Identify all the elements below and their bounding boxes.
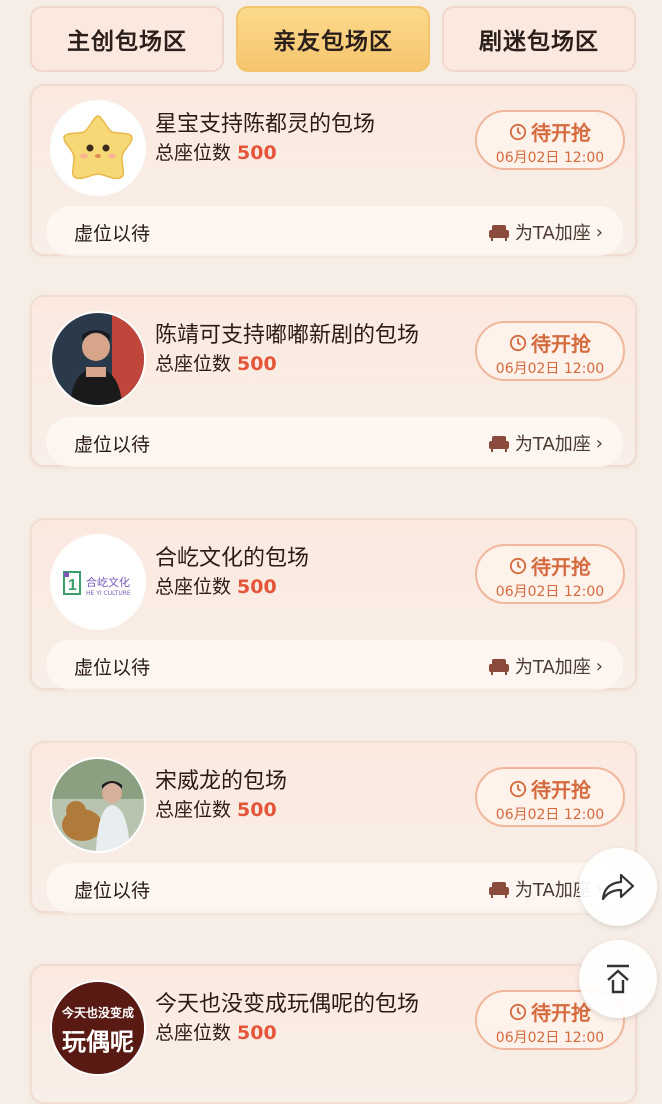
seat-count: 总座位数 500 [155,1018,277,1045]
seat-label: 总座位数 [155,576,232,598]
add-seat-label: 为TA加座 [514,657,591,678]
status-label: 待开抢 [531,332,591,356]
chevron-right-icon: › [595,221,603,243]
share-icon [601,873,635,901]
clock-icon [509,1003,527,1020]
avatar-text-main: 玩偶呢 [62,1028,134,1056]
avatar: 1 合屹文化 HE YI CULTURE [52,536,144,628]
open-time: 06月02日 12:00 [495,361,605,377]
back-to-top-icon [607,964,629,994]
open-time: 06月02日 12:00 [495,807,605,823]
status-label: 待开抢 [531,1001,591,1025]
avatar-text-top: 今天也没变成 [61,1006,134,1020]
venue-title: 今天也没变成玩偶呢的包场 [155,992,420,1017]
add-seat-link[interactable]: 为TA加座› [488,653,603,679]
seat-bar: 虚位以待 为TA加座› [46,863,623,913]
seat-count: 总座位数 500 [155,572,277,599]
venue-card[interactable]: 宋威龙的包场 总座位数 500 待开抢 06月02日 12:00 虚位以待 为TA… [30,741,637,913]
open-time: 06月02日 12:00 [495,584,605,600]
venue-card[interactable]: 今天也没变成 玩偶呢 今天也没变成玩偶呢的包场 总座位数 500 待开抢 06月0… [30,964,637,1104]
seat-count: 总座位数 500 [155,349,277,376]
sofa-icon [488,225,509,241]
add-seat-link[interactable]: 为TA加座› [488,219,603,245]
grab-status-button[interactable]: 待开抢 06月02日 12:00 [475,321,625,381]
add-seat-label: 为TA加座 [514,434,591,455]
avatar: 今天也没变成 玩偶呢 [52,982,144,1074]
seat-number: 500 [237,1022,277,1044]
venue-title: 陈靖可支持嘟嘟新剧的包场 [155,323,420,348]
status-label: 待开抢 [531,778,591,802]
grab-status-button[interactable]: 待开抢 06月02日 12:00 [475,767,625,827]
chevron-right-icon: › [595,655,603,677]
svg-text:1: 1 [68,577,77,594]
grab-status-button[interactable]: 待开抢 06月02日 12:00 [475,544,625,604]
add-seat-link[interactable]: 为TA加座› [488,430,603,456]
seat-bar: 虚位以待 为TA加座› [46,206,623,256]
tab-fans[interactable]: 剧迷包场区 [442,6,636,72]
clock-icon [509,334,527,351]
venue-title: 合屹文化的包场 [155,546,310,571]
venue-card[interactable]: 星宝支持陈都灵的包场 总座位数 500 待开抢 06月02日 12:00 虚位以待… [30,84,637,256]
open-time: 06月02日 12:00 [495,150,605,166]
open-time: 06月02日 12:00 [495,1030,605,1046]
avatar [52,102,144,194]
seat-number: 500 [237,142,277,164]
seat-label: 总座位数 [155,1022,232,1044]
seat-bar: 虚位以待 为TA加座› [46,640,623,690]
star-mascot-avatar [52,102,144,194]
person-dog-photo-avatar [52,759,144,851]
waiting-text: 虚位以待 [74,223,151,245]
tab-creators[interactable]: 主创包场区 [30,6,224,72]
seat-number: 500 [237,799,277,821]
logo-subtext: HE YI CULTURE [86,590,131,597]
seat-count: 总座位数 500 [155,795,277,822]
avatar [52,759,144,851]
sofa-icon [488,659,509,675]
waiting-text: 虚位以待 [74,657,151,679]
sofa-icon [488,436,509,452]
chevron-right-icon: › [595,432,603,454]
tab-friends[interactable]: 亲友包场区 [236,6,430,72]
clock-icon [509,123,527,140]
venue-title: 宋威龙的包场 [155,769,288,794]
venue-card[interactable]: 陈靖可支持嘟嘟新剧的包场 总座位数 500 待开抢 06月02日 12:00 虚位… [30,295,637,467]
grab-status-button[interactable]: 待开抢 06月02日 12:00 [475,110,625,170]
add-seat-label: 为TA加座 [514,223,591,244]
clock-icon [509,780,527,797]
seat-number: 500 [237,353,277,375]
venue-title: 星宝支持陈都灵的包场 [155,112,376,137]
waiting-text: 虚位以待 [74,880,151,902]
share-button[interactable] [579,848,657,926]
venue-card[interactable]: 1 合屹文化 HE YI CULTURE 合屹文化的包场 总座位数 500 待开抢… [30,518,637,690]
status-label: 待开抢 [531,555,591,579]
logo-text: 合屹文化 [86,576,130,589]
seat-label: 总座位数 [155,142,232,164]
seat-count: 总座位数 500 [155,138,277,165]
seat-bar: 虚位以待 为TA加座› [46,417,623,467]
clock-icon [509,557,527,574]
status-label: 待开抢 [531,121,591,145]
waiting-text: 虚位以待 [74,434,151,456]
seat-label: 总座位数 [155,353,232,375]
person-photo-avatar [52,313,144,405]
seat-label: 总座位数 [155,799,232,821]
sofa-icon [488,882,509,898]
back-to-top-button[interactable] [579,940,657,1018]
seat-number: 500 [237,576,277,598]
avatar [52,313,144,405]
venue-tabs: 主创包场区 亲友包场区 剧迷包场区 [0,0,662,82]
